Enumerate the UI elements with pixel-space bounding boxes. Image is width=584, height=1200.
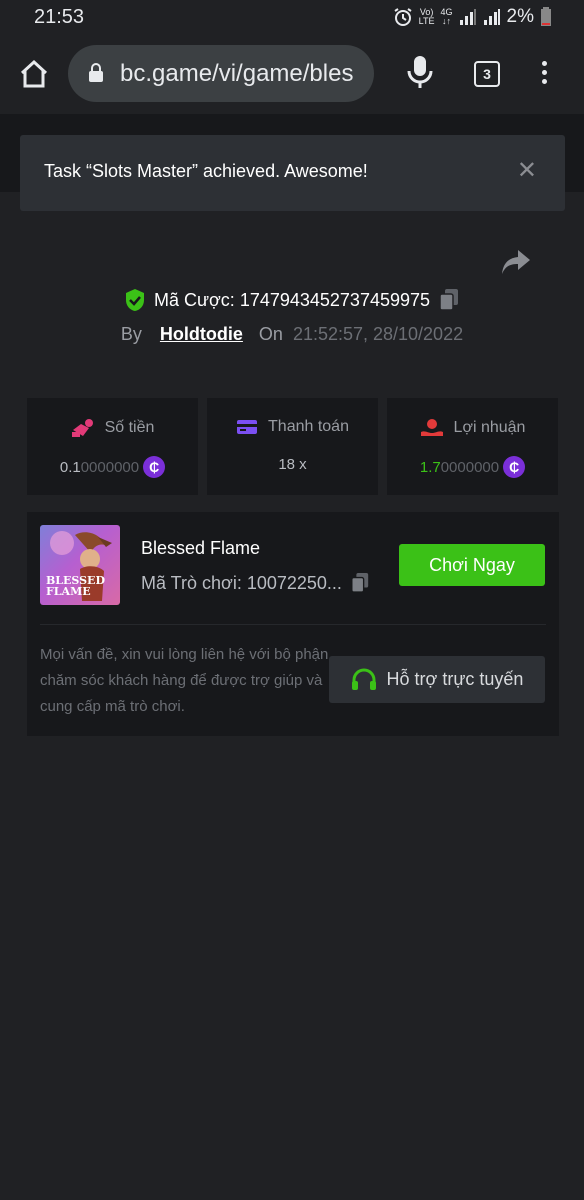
copy-icon[interactable] [350,572,370,594]
url-text: bc.game/vi/game/bles [120,60,354,87]
amount-icon [71,419,93,437]
game-id-line: Mã Trò chơi: 10072250... [141,572,370,594]
status-bar: 21:53 Vo) LTE 4G ↓↑ 2% [0,0,584,34]
divider [40,624,546,625]
stat-label: Thanh toán [268,418,349,435]
stat-card-profit: Lợi nhuận 1.70000000 ₵ [387,398,558,495]
bet-id: Mã Cược: 1747943452737459975 [153,289,431,310]
home-icon[interactable] [18,58,50,90]
profit-icon [420,419,443,436]
volte-indicator: Vo) LTE [418,7,435,26]
headset-icon [351,668,376,690]
stat-value-dim: 0000000 [80,458,140,476]
stat-value-main: 1.7 [419,458,441,476]
achievement-toast: Task “Slots Master” achieved. Awesome! ✕ [20,135,565,211]
stat-value-main: 0.1 [59,458,81,476]
bet-meta-line: By Holdtodie On 21:52:57, 28/10/2022 [0,324,584,345]
close-icon[interactable]: ✕ [517,159,537,183]
share-icon[interactable] [500,248,532,276]
lock-icon [89,63,103,82]
support-help-text: Mọi vấn đề, xin vui lòng liên hệ với bộ … [40,646,329,715]
alarm-icon [394,8,412,26]
support-button-label: Hỗ trợ trực tuyến [386,669,524,689]
payout-card-icon [237,420,258,434]
network-type: 4G ↓↑ [440,7,453,26]
copy-icon[interactable] [438,288,460,312]
signal-icon-2 [483,9,500,25]
by-label: By [120,324,142,344]
play-now-button[interactable]: Chơi Ngay [399,544,545,586]
signal-icon [459,9,476,25]
status-time: 21:53 [34,6,85,28]
overflow-menu-icon[interactable] [536,58,552,90]
status-icons: Vo) LTE 4G ↓↑ 2% [393,6,552,28]
live-support-button[interactable]: Hỗ trợ trực tuyến [329,656,545,703]
bet-id-line: Mã Cược: 1747943452737459975 [0,288,584,312]
toast-message: Task “Slots Master” achieved. Awesome! [44,161,368,181]
battery-percent: 2% [506,6,534,27]
stat-value-dim: 0000000 [440,458,500,476]
bet-datetime: 21:52:57, 28/10/2022 [292,324,464,344]
browser-toolbar: bc.game/vi/game/bles 3 [0,34,584,114]
stat-label: Số tiền [104,419,155,436]
stat-card-amount: Số tiền 0.10000000 ₵ [27,398,198,495]
thumbnail-title: BLESSED FLAME [46,574,105,598]
stat-card-payout: Thanh toán 18 x [207,398,378,495]
address-bar[interactable]: bc.game/vi/game/bles [68,45,374,102]
coin-icon: ₵ [143,456,166,478]
on-label: On [258,324,283,344]
tab-switcher-button[interactable]: 3 [474,61,500,87]
stat-value-main: 18 x [278,456,307,473]
game-panel: BLESSED FLAME Blessed Flame Mã Trò chơi:… [27,512,559,736]
coin-icon: ₵ [503,456,526,478]
game-id: Mã Trò chơi: 10072250... [141,572,342,593]
game-thumbnail[interactable]: BLESSED FLAME [40,525,120,605]
username-link[interactable]: Holdtodie [160,324,243,345]
battery-icon [541,7,551,26]
mic-icon[interactable] [404,54,436,90]
stat-label: Lợi nhuận [453,419,526,436]
verified-shield-icon [125,289,144,311]
game-name: Blessed Flame [141,538,261,558]
